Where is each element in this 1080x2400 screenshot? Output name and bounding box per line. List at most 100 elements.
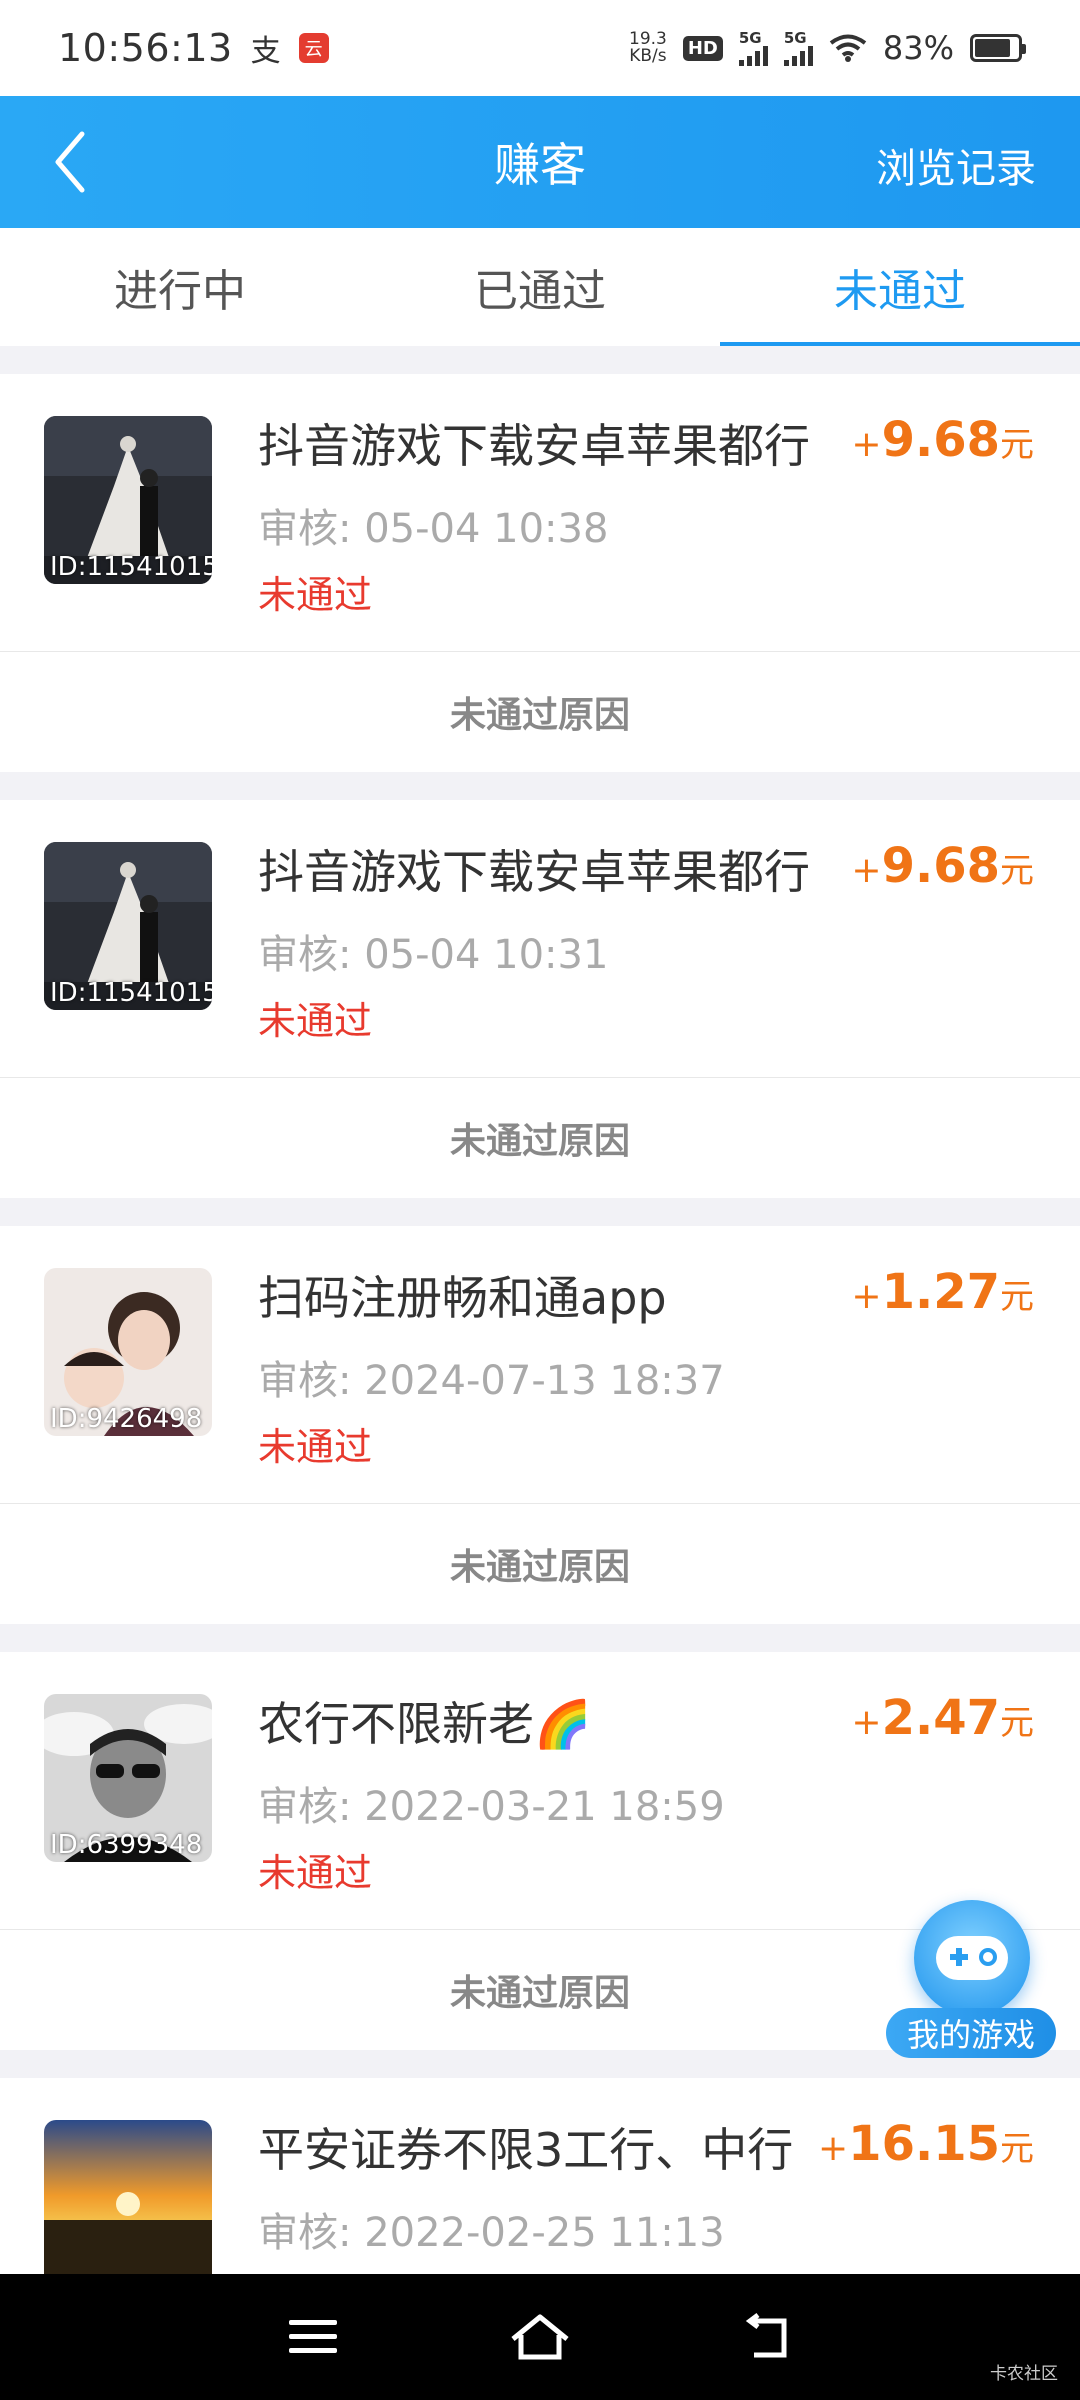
reward-amount: 1.27 — [881, 1264, 1000, 1320]
battery-fill — [975, 39, 1010, 57]
review-label: 审核: — [258, 932, 352, 978]
status-right: 19.3 KB/s HD 5G 5G 83% — [629, 28, 1026, 67]
review-info: 审核: 05-04 10:38 — [258, 496, 608, 554]
menu-button[interactable] — [278, 2302, 348, 2372]
menu-icon — [289, 2320, 338, 2353]
gamepad-icon-wrap — [914, 1900, 1030, 2016]
task-thumbnail: ID:11541015 — [44, 842, 212, 1010]
rejection-reason-button[interactable]: 未通过原因 — [450, 1964, 630, 2016]
hd-icon: HD — [682, 35, 723, 61]
reward-unit: 元 — [1000, 1277, 1034, 1317]
status-time: 10:56:13 — [58, 26, 233, 70]
battery-percent: 83% — [882, 29, 954, 67]
task-card-main[interactable]: ID:11541015 抖音游戏下载安卓苹果都行 + 9.68 元 审核: 05… — [0, 800, 1080, 1078]
reason-row[interactable]: 未通过原因 — [0, 1078, 1080, 1198]
reward-plus: + — [851, 1276, 882, 1317]
app-notification-icon: 云 — [298, 33, 329, 63]
browse-history-link[interactable]: 浏览记录 — [876, 136, 1036, 194]
gamepad-icon — [936, 1936, 1008, 1980]
task-title: 抖音游戏下载安卓苹果都行 — [258, 845, 810, 899]
task-thumbnail: ID:11541015 — [44, 416, 212, 584]
task-card-main[interactable]: ID:9426498 扫码注册畅和通app + 1.27 元 审核: 2024-… — [0, 1226, 1080, 1504]
signal-sim2-icon: 5G — [783, 28, 813, 66]
reward-amount: 2.47 — [881, 1690, 1000, 1746]
review-info: 审核: 2022-03-21 18:59 — [258, 1774, 725, 1832]
sim1-label: 5G — [738, 28, 762, 47]
task-title: 扫码注册畅和通app — [258, 1271, 667, 1325]
review-time: 2024-07-13 18:37 — [364, 1358, 725, 1404]
task-title: 农行不限新老🌈 — [258, 1697, 592, 1751]
review-time: 05-04 10:38 — [364, 506, 609, 552]
chevron-left-icon — [55, 131, 85, 193]
tab-passed[interactable]: 已通过 — [360, 228, 720, 346]
task-reward: + 1.27 元 — [851, 1264, 1034, 1320]
signal-sim1-icon: 5G — [738, 28, 768, 66]
review-time: 2022-03-21 18:59 — [364, 1784, 725, 1830]
review-info: 审核: 2024-07-13 18:37 — [258, 1348, 725, 1406]
my-games-floating-button[interactable]: 我的游戏 — [886, 1900, 1056, 2058]
reward-unit: 元 — [1000, 2129, 1034, 2169]
rejection-reason-button[interactable]: 未通过原因 — [450, 686, 630, 738]
sim2-label: 5G — [783, 28, 807, 47]
review-time: 05-04 10:31 — [364, 932, 609, 978]
back-icon — [745, 2313, 787, 2358]
review-label: 审核: — [258, 2210, 352, 2256]
reward-amount: 9.68 — [881, 412, 1000, 468]
task-card[interactable]: ID:11541015 抖音游戏下载安卓苹果都行 + 9.68 元 审核: 05… — [0, 800, 1080, 1198]
back-button[interactable] — [40, 130, 100, 194]
sunset-photo-image — [44, 2120, 212, 2288]
task-reward: + 9.68 元 — [851, 838, 1034, 894]
review-label: 审核: — [258, 506, 352, 552]
reward-unit: 元 — [1000, 425, 1034, 465]
task-status: 未通过 — [258, 573, 373, 617]
net-speed-unit: KB/s — [629, 46, 667, 66]
task-card[interactable]: ID:9426498 扫码注册畅和通app + 1.27 元 审核: 2024-… — [0, 1226, 1080, 1624]
reward-plus: + — [851, 850, 882, 891]
review-info: 审核: 05-04 10:31 — [258, 922, 608, 980]
status-bar: 10:56:13 支 云 19.3 KB/s HD 5G 5G 83% — [0, 0, 1080, 96]
task-reward: + 9.68 元 — [851, 412, 1034, 468]
reward-amount: 16.15 — [848, 2116, 1000, 2172]
net-speed: 19.3 KB/s — [629, 31, 667, 65]
reason-row[interactable]: 未通过原因 — [0, 652, 1080, 772]
task-status: 未通过 — [258, 1851, 373, 1895]
task-title: 平安证券不限3工行、中行 — [258, 2123, 794, 2177]
review-label: 审核: — [258, 1358, 352, 1404]
task-reward: + 2.47 元 — [851, 1690, 1034, 1746]
tab-in-progress[interactable]: 进行中 — [0, 228, 360, 346]
status-tabs: 进行中 已通过 未通过 — [0, 228, 1080, 346]
battery-icon — [970, 34, 1026, 62]
task-user-id: ID:11541015 — [50, 552, 212, 582]
status-left: 10:56:13 支 云 — [58, 26, 329, 70]
review-label: 审核: — [258, 1784, 352, 1830]
task-user-id: ID:6399348 — [50, 1830, 203, 1860]
watermark: 卡农社区 — [990, 2364, 1058, 2384]
reward-plus: + — [851, 424, 882, 465]
home-button[interactable] — [505, 2302, 575, 2372]
task-card-main[interactable]: ID:6399348 农行不限新老🌈 + 2.47 元 审核: 2022-03-… — [0, 1652, 1080, 1930]
app-header: 赚客 浏览记录 — [0, 96, 1080, 228]
reward-unit: 元 — [1000, 1703, 1034, 1743]
task-card-main[interactable]: ID:11541015 抖音游戏下载安卓苹果都行 + 9.68 元 审核: 05… — [0, 374, 1080, 652]
rejection-reason-button[interactable]: 未通过原因 — [450, 1112, 630, 1164]
reward-unit: 元 — [1000, 851, 1034, 891]
page-title: 赚客 — [494, 138, 586, 192]
task-status: 未通过 — [258, 999, 373, 1043]
task-title: 抖音游戏下载安卓苹果都行 — [258, 419, 810, 473]
wifi-icon — [829, 34, 867, 62]
reason-row[interactable]: 未通过原因 — [0, 1504, 1080, 1624]
back-nav-button[interactable] — [732, 2302, 802, 2372]
task-reward: + 16.15 元 — [818, 2116, 1034, 2172]
reward-plus: + — [851, 1702, 882, 1743]
review-info: 审核: 2022-02-25 11:13 — [258, 2200, 725, 2258]
reward-plus: + — [818, 2128, 849, 2169]
reward-amount: 9.68 — [881, 838, 1000, 894]
task-thumbnail — [44, 2120, 212, 2288]
task-user-id: ID:9426498 — [50, 1404, 203, 1434]
task-thumbnail: ID:6399348 — [44, 1694, 212, 1862]
home-icon — [511, 2314, 569, 2360]
task-card[interactable]: ID:11541015 抖音游戏下载安卓苹果都行 + 9.68 元 审核: 05… — [0, 374, 1080, 772]
system-nav-bar — [0, 2274, 1080, 2400]
rejection-reason-button[interactable]: 未通过原因 — [450, 1538, 630, 1590]
tab-not-passed[interactable]: 未通过 — [720, 228, 1080, 346]
